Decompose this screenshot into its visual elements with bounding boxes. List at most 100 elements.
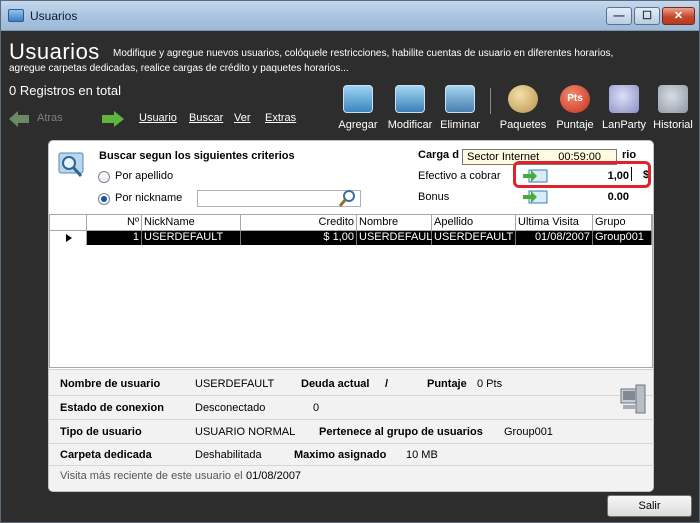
agregar-button[interactable]: Agregar [336, 85, 380, 131]
record-count: 0 Registros en total [9, 83, 122, 98]
header-grupo[interactable]: Grupo [593, 215, 652, 231]
page-title: Usuarios [9, 39, 100, 64]
points-badge-icon: Pts [560, 85, 590, 113]
menu-usuario[interactable]: Usuario [139, 112, 177, 124]
magnifier-search-icon[interactable] [339, 189, 357, 207]
cell-grupo[interactable]: Group001 [593, 231, 652, 245]
detail-divider-4 [49, 465, 653, 466]
puntaje-label: Puntaje [556, 119, 594, 131]
deuda-separator: / [385, 378, 389, 390]
menu-extras[interactable]: Extras [265, 112, 296, 124]
grupo-usuarios-value: Group001 [504, 426, 553, 438]
nombre-usuario-value: USERDEFAULT [195, 378, 275, 390]
modificar-label: Modificar [387, 119, 433, 131]
historial-button[interactable]: Historial [649, 85, 697, 131]
radio-nickname-label[interactable]: Por nickname [115, 192, 182, 204]
menu-ver[interactable]: Ver [234, 112, 251, 124]
estado-conexion-label: Estado de conexion [60, 402, 164, 414]
table-row[interactable]: 1 USERDEFAULT $ 1,00 USERDEFAULT USERDEF… [50, 231, 652, 245]
estado-conexion-value: Desconectado [195, 402, 266, 414]
forward-arrow-icon[interactable] [102, 110, 124, 128]
add-user-icon [343, 85, 373, 113]
table-header: Nº NickName Credito Nombre Apellido Ulti… [50, 215, 652, 231]
computer-icon [620, 384, 646, 414]
paquetes-label: Paquetes [499, 119, 547, 131]
header-nickname[interactable]: NickName [142, 215, 241, 231]
carpeta-dedicada-label: Carpeta dedicada [60, 449, 152, 461]
delete-user-icon [445, 85, 475, 113]
header-n[interactable]: Nº [87, 215, 142, 231]
maximo-asignado-value: 10 MB [406, 449, 438, 461]
detail-divider-2 [49, 419, 653, 420]
eliminar-label: Eliminar [440, 119, 480, 131]
users-table[interactable]: Nº NickName Credito Nombre Apellido Ulti… [49, 214, 653, 368]
lanparty-masks-icon [609, 85, 639, 113]
minimize-button[interactable]: — [606, 7, 632, 25]
cell-apellido[interactable]: USERDEFAULT [432, 231, 516, 245]
lanparty-label: LanParty [601, 119, 647, 131]
page-description-line2: agregue carpetas dedicadas, realice carg… [9, 63, 349, 74]
close-button[interactable]: ✕ [662, 7, 695, 25]
edit-user-icon [395, 85, 425, 113]
carpeta-dedicada-value: Deshabilitada [195, 449, 262, 461]
deuda-actual-value: 0 [313, 402, 320, 414]
packages-clock-icon [508, 85, 538, 113]
detail-divider-3 [49, 443, 653, 444]
cell-n[interactable]: 1 [87, 231, 142, 245]
cell-nombre[interactable]: USERDEFAULT [357, 231, 438, 245]
maximize-button[interactable]: ☐ [634, 7, 660, 25]
tipo-usuario-value: USUARIO NORMAL [195, 426, 296, 438]
maximo-asignado-label: Maximo asignado [294, 449, 387, 461]
cell-nickname[interactable]: USERDEFAULT [142, 231, 241, 245]
efectivo-label: Efectivo a cobrar [418, 170, 501, 182]
salir-button[interactable]: Salir [607, 495, 692, 517]
nickname-search-input[interactable] [197, 190, 361, 207]
carga-label: Carga d [418, 149, 459, 161]
header-credito[interactable]: Credito [241, 215, 357, 231]
visita-reciente-value: 01/08/2007 [246, 470, 302, 482]
search-users-icon [58, 152, 84, 177]
lanparty-button[interactable]: LanParty [599, 85, 649, 131]
agregar-label: Agregar [338, 119, 378, 131]
header-indicator-col [50, 215, 87, 231]
cell-ultima-visita[interactable]: 01/08/2007 [516, 231, 593, 245]
search-criteria-title: Buscar segun los siguientes criterios [99, 150, 295, 162]
minimize-icon: — [613, 10, 625, 22]
history-icon [658, 85, 688, 113]
page-description-line1: Modifique y agregue nuevos usuarios, col… [113, 48, 614, 59]
close-icon: ✕ [673, 10, 684, 22]
detail-divider-1 [49, 395, 653, 396]
header-apellido[interactable]: Apellido [432, 215, 516, 231]
back-arrow-icon[interactable] [9, 110, 29, 128]
paquetes-button[interactable]: Paquetes [496, 85, 550, 131]
header-ultima-visita[interactable]: Ultima Visita [516, 215, 593, 231]
highlight-box [513, 161, 651, 188]
back-button[interactable]: Atras [37, 112, 63, 124]
bonus-input[interactable]: 0.00 [575, 191, 629, 203]
toolbar-separator [490, 88, 491, 114]
grupo-usuarios-label: Pertenece al grupo de usuarios [319, 426, 483, 438]
puntaje-value: 0 Pts [477, 378, 503, 390]
historial-label: Historial [653, 119, 693, 131]
tipo-usuario-label: Tipo de usuario [60, 426, 142, 438]
window-app-icon [8, 9, 24, 22]
radio-nickname-circle[interactable] [98, 193, 110, 205]
radio-apellido-circle[interactable] [98, 171, 110, 183]
usuarios-window: Usuarios — ☐ ✕ Usuarios Modifique y agre… [0, 0, 700, 523]
bonus-cash-icon [523, 190, 548, 204]
modificar-button[interactable]: Modificar [385, 85, 435, 131]
row-selector-arrow-icon[interactable] [50, 231, 87, 245]
radio-apellido-label[interactable]: Por apellido [115, 170, 173, 182]
nombre-usuario-label: Nombre de usuario [60, 378, 161, 390]
title-bar[interactable]: Usuarios — ☐ ✕ [1, 1, 699, 31]
carga-label-suffix: rio [622, 149, 637, 161]
maximize-icon: ☐ [642, 10, 652, 22]
deuda-actual-label: Deuda actual [301, 378, 370, 390]
bonus-label: Bonus [418, 191, 450, 203]
puntaje-button[interactable]: Pts Puntaje [552, 85, 598, 131]
menu-buscar[interactable]: Buscar [189, 112, 223, 124]
header-nombre[interactable]: Nombre [357, 215, 432, 231]
visita-reciente-label: Visita más reciente de este usuario el [60, 470, 243, 482]
eliminar-button[interactable]: Eliminar [437, 85, 483, 131]
cell-credito[interactable]: $ 1,00 [241, 231, 357, 245]
